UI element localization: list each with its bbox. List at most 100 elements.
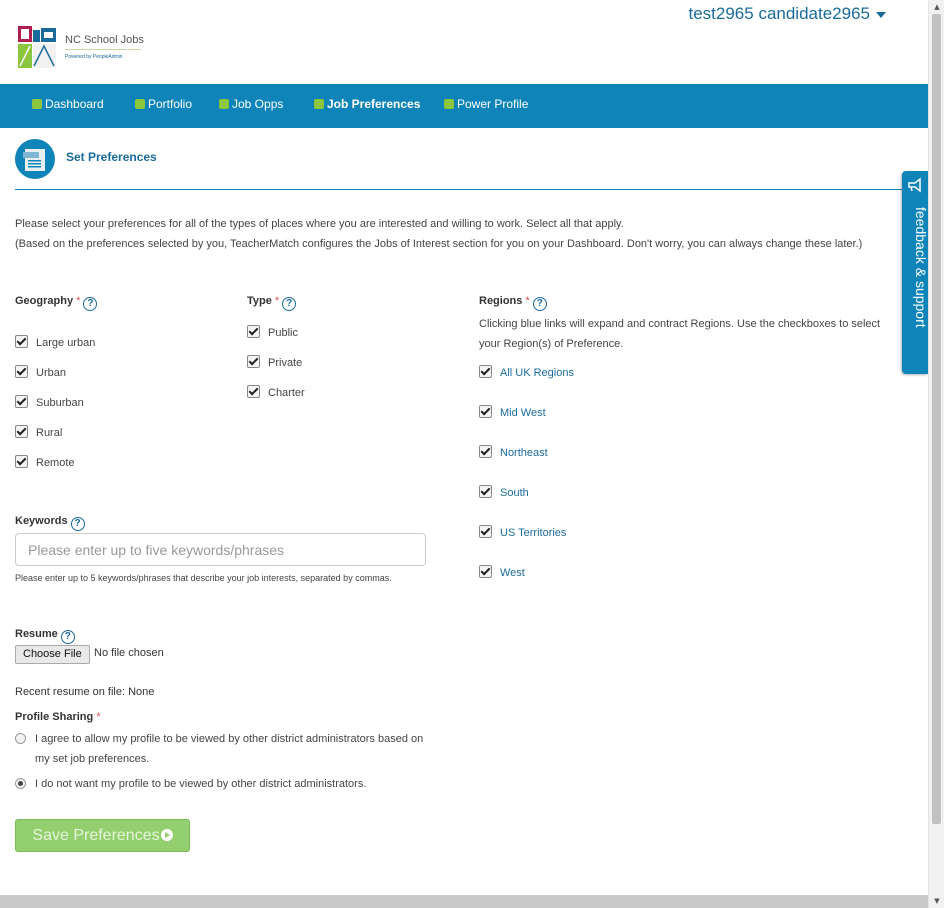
region-link[interactable]: US Territories [500, 527, 566, 539]
radio-label: I agree to allow my profile to be viewed… [35, 733, 424, 765]
checkbox-label: Public [268, 327, 298, 339]
checkbox-label: Urban [36, 367, 66, 379]
checkbox-icon[interactable] [247, 325, 260, 338]
logo-divider [65, 49, 141, 50]
document-icon [23, 149, 45, 171]
region-west-checkbox[interactable]: West [479, 565, 525, 579]
regions-label-text: Regions [479, 295, 523, 307]
resume-label-text: Resume [15, 628, 58, 640]
checkbox-icon[interactable] [479, 405, 492, 418]
nav-label: Job Preferences [327, 97, 421, 111]
nav-square-icon [219, 99, 229, 109]
geography-suburban-checkbox[interactable]: Suburban [15, 395, 84, 409]
save-preferences-button[interactable]: Save Preferences [15, 819, 190, 852]
checkbox-icon[interactable] [247, 355, 260, 368]
recent-resume-text: Recent resume on file: None [15, 686, 155, 698]
file-status: No file chosen [94, 647, 164, 659]
checkbox-icon[interactable] [15, 455, 28, 468]
help-icon[interactable]: ? [532, 297, 547, 311]
region-all-uk-checkbox[interactable]: All UK Regions [479, 365, 574, 379]
preferences-icon [15, 139, 55, 179]
feedback-support-tab[interactable]: feedback & support [902, 171, 929, 374]
type-label-text: Type [247, 295, 272, 307]
geography-large-urban-checkbox[interactable]: Large urban [15, 335, 95, 349]
choose-file-button[interactable]: Choose File [15, 645, 90, 664]
nav-item-dashboard[interactable]: Dashboard [32, 97, 104, 111]
regions-note: Clicking blue links will expand and cont… [479, 318, 881, 350]
keywords-label: Keywords? [15, 515, 85, 531]
nav-square-icon [314, 99, 324, 109]
region-south-checkbox[interactable]: South [479, 485, 529, 499]
section-divider [15, 189, 928, 190]
user-menu[interactable]: test2965 candidate2965 [689, 4, 886, 24]
scrollbar-thumb[interactable] [932, 14, 941, 824]
user-name[interactable]: test2965 candidate2965 [689, 4, 871, 23]
required-mark: * [525, 295, 530, 307]
required-mark: * [274, 295, 280, 307]
checkbox-icon[interactable] [479, 445, 492, 458]
radio-icon[interactable] [15, 733, 26, 744]
region-link[interactable]: South [500, 487, 529, 499]
page-title: Set Preferences [66, 150, 157, 164]
keywords-label-text: Keywords [15, 515, 68, 527]
page: test2965 candidate2965 NC School Jobs Po… [0, 0, 929, 908]
region-link[interactable]: All UK Regions [500, 367, 574, 379]
checkbox-label: Large urban [36, 337, 96, 349]
profile-sharing-deny-radio[interactable]: I do not want my profile to be viewed by… [15, 774, 435, 794]
region-northeast-checkbox[interactable]: Northeast [479, 445, 548, 459]
help-icon[interactable]: ? [70, 517, 85, 531]
checkbox-icon[interactable] [15, 365, 28, 378]
required-mark: * [76, 295, 81, 307]
type-charter-checkbox[interactable]: Charter [247, 385, 305, 399]
region-us-territories-checkbox[interactable]: US Territories [479, 525, 566, 539]
type-public-checkbox[interactable]: Public [247, 325, 298, 339]
nav-square-icon [444, 99, 454, 109]
megaphone-icon [908, 177, 921, 193]
radio-icon[interactable] [15, 778, 26, 789]
region-link[interactable]: Northeast [500, 447, 548, 459]
logo[interactable]: NC School Jobs Powered by PeopleAdmin [18, 26, 158, 72]
chevron-down-icon[interactable] [876, 11, 886, 18]
checkbox-icon[interactable] [479, 525, 492, 538]
nav-square-icon [135, 99, 145, 109]
keywords-input[interactable] [15, 533, 426, 566]
checkbox-label: Private [268, 357, 303, 369]
help-icon[interactable]: ? [282, 297, 297, 311]
type-label: Type *? [247, 295, 297, 311]
checkbox-icon[interactable] [479, 365, 492, 378]
geography-urban-checkbox[interactable]: Urban [15, 365, 66, 379]
checkbox-icon[interactable] [247, 385, 260, 398]
radio-label: I do not want my profile to be viewed by… [35, 778, 367, 790]
checkbox-icon[interactable] [15, 335, 28, 348]
type-private-checkbox[interactable]: Private [247, 355, 302, 369]
region-mid-west-checkbox[interactable]: Mid West [479, 405, 546, 419]
scroll-down-arrow-icon[interactable]: ▼ [929, 894, 944, 908]
nav-item-power-profile[interactable]: Power Profile [444, 97, 528, 111]
nav-label: Job Opps [232, 97, 284, 111]
nav-item-portfolio[interactable]: Portfolio [135, 97, 192, 111]
vertical-scrollbar[interactable]: ▲ ▼ [928, 0, 944, 908]
region-link[interactable]: West [500, 567, 525, 579]
checkbox-icon[interactable] [15, 395, 28, 408]
checkbox-icon[interactable] [479, 565, 492, 578]
logo-subtitle: Powered by PeopleAdmin [65, 54, 123, 60]
checkbox-icon[interactable] [479, 485, 492, 498]
checkbox-icon[interactable] [15, 425, 28, 438]
profile-sharing-allow-radio[interactable]: I agree to allow my profile to be viewed… [15, 729, 435, 769]
nav-label: Power Profile [457, 97, 529, 111]
intro-line-2: (Based on the preferences selected by yo… [15, 238, 863, 250]
geography-rural-checkbox[interactable]: Rural [15, 425, 62, 439]
nav-item-job-preferences[interactable]: Job Preferences [314, 97, 420, 111]
checkbox-label: Suburban [36, 397, 84, 409]
footer-bar [0, 895, 928, 908]
help-icon[interactable]: ? [83, 297, 98, 311]
help-icon[interactable]: ? [60, 630, 75, 644]
geography-label: Geography *? [15, 295, 98, 311]
nav-item-job-opps[interactable]: Job Opps [219, 97, 283, 111]
region-link[interactable]: Mid West [500, 407, 546, 419]
geography-remote-checkbox[interactable]: Remote [15, 455, 75, 469]
nav-label: Portfolio [148, 97, 193, 111]
nc-school-jobs-logo-icon [18, 26, 56, 68]
scroll-up-arrow-icon[interactable]: ▲ [929, 0, 944, 14]
regions-label: Regions *? [479, 295, 547, 311]
